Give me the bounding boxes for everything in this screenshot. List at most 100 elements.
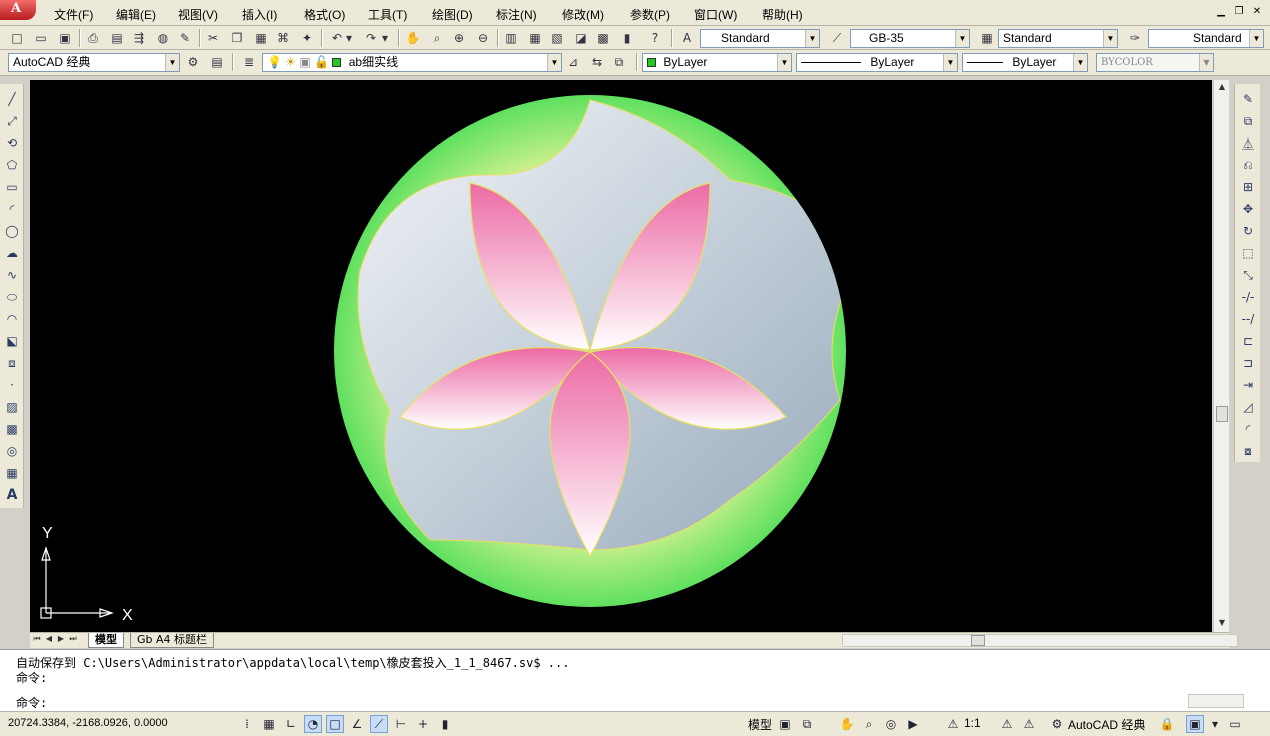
object-tracking-icon[interactable]: ⟋ (370, 715, 388, 733)
chevron-down-icon[interactable]: ▼ (777, 54, 791, 71)
rotate-icon[interactable]: ↻ (1239, 222, 1257, 240)
menu-view[interactable]: 视图(V) (178, 6, 218, 23)
auto-scale-icon[interactable]: ⚠ (1020, 715, 1038, 733)
menu-file[interactable]: 文件(F) (54, 6, 93, 23)
redo-icon[interactable]: ↷ (362, 29, 380, 47)
dim-style-select[interactable]: GB-35 ▼ (850, 29, 970, 48)
model-space-label[interactable]: 模型 (748, 716, 772, 733)
chevron-down-icon[interactable]: ▾ (344, 29, 354, 47)
trim-icon[interactable]: -/- (1239, 288, 1257, 306)
polygon-icon[interactable]: ⬠ (3, 156, 21, 174)
dynamic-input-icon[interactable]: + (414, 715, 432, 733)
color-select[interactable]: ByLayer ▼ (642, 53, 792, 72)
object-snap-icon[interactable]: □ (326, 715, 344, 733)
erase-icon[interactable]: ✎ (1239, 90, 1257, 108)
chevron-down-icon[interactable]: ▼ (1103, 30, 1117, 47)
cut-icon[interactable]: ✂ (204, 29, 222, 47)
quick-view-icon[interactable]: ⧉ (798, 715, 816, 733)
spline-icon[interactable]: ∿ (3, 266, 21, 284)
layer-previous-icon[interactable]: ⇆ (588, 53, 606, 71)
first-tab-icon[interactable]: ⏮ (32, 634, 42, 646)
break-at-point-icon[interactable]: ⊏ (1239, 332, 1257, 350)
workspace-select[interactable]: AutoCAD 经典 ▼ (8, 53, 180, 72)
gradient-icon[interactable]: ▩ (3, 420, 21, 438)
grid-icon[interactable]: ▦ (260, 715, 278, 733)
vertical-scroll-thumb[interactable] (1216, 406, 1228, 422)
command-scrollbar[interactable] (1188, 694, 1244, 708)
save-icon[interactable]: ▣ (56, 29, 74, 47)
insert-block-icon[interactable]: ⬕ (3, 332, 21, 350)
prev-tab-icon[interactable]: ◀ (44, 634, 54, 646)
paste-icon[interactable]: ▦ (252, 29, 270, 47)
move-icon[interactable]: ✥ (1239, 200, 1257, 218)
infer-constraints-icon[interactable]: ⁞ (238, 715, 256, 733)
hatch-icon[interactable]: ▨ (3, 398, 21, 416)
menu-window[interactable]: 窗口(W) (694, 6, 737, 23)
chevron-down-icon[interactable]: ▾ (1210, 715, 1220, 733)
mirror-icon[interactable]: ⏅ (1239, 134, 1257, 152)
zoom-window-icon[interactable]: ⊕ (450, 29, 468, 47)
tab-model[interactable]: 模型 (88, 633, 124, 648)
annotation-visibility-icon[interactable]: ⚠ (998, 715, 1016, 733)
tab-layout-gb-a4[interactable]: Gb A4 标题栏 (130, 633, 215, 648)
zoom-realtime-icon[interactable]: ⌕ (428, 29, 446, 47)
annotation-scale-icon[interactable]: ⚠ (944, 715, 962, 733)
clean-screen-icon[interactable]: ▤ (208, 53, 226, 71)
horizontal-scroll-thumb[interactable] (971, 635, 985, 646)
chevron-down-icon[interactable]: ▾ (380, 29, 390, 47)
lineweight-select[interactable]: ByLayer ▼ (962, 53, 1088, 72)
zoom-previous-icon[interactable]: ⊖ (474, 29, 492, 47)
arc-icon[interactable]: ◜ (3, 200, 21, 218)
properties-icon[interactable]: ▥ (502, 29, 520, 47)
coordinate-readout[interactable]: 20724.3384, -2168.0926, 0.0000 (8, 717, 168, 729)
stretch-icon[interactable]: ⤡ (1239, 266, 1257, 284)
publish-icon[interactable]: ⇶ (130, 29, 148, 47)
next-tab-icon[interactable]: ▶ (56, 634, 66, 646)
sheet-set-icon[interactable]: ✎ (176, 29, 194, 47)
scroll-up-icon[interactable]: ▲ (1215, 82, 1229, 94)
scale-icon[interactable]: ⬚ (1239, 244, 1257, 262)
open-folder-icon[interactable]: ▭ (32, 29, 50, 47)
vertical-scrollbar[interactable]: ▲ ▼ (1213, 80, 1229, 632)
menu-draw[interactable]: 绘图(D) (432, 6, 473, 23)
rectangle-icon[interactable]: ▭ (3, 178, 21, 196)
chevron-down-icon[interactable]: ▼ (1073, 54, 1087, 71)
text-style-icon[interactable]: A (678, 29, 696, 47)
help-icon[interactable]: ? (646, 29, 664, 47)
layer-state-icon[interactable]: ⧉ (610, 53, 628, 71)
circle-icon[interactable]: ◯ (3, 222, 21, 240)
make-block-icon[interactable]: ⧈ (3, 354, 21, 372)
chevron-down-icon[interactable]: ▼ (805, 30, 819, 47)
menu-format[interactable]: 格式(O) (304, 6, 345, 23)
pan-icon[interactable]: ✋ (404, 29, 422, 47)
block-editor-icon[interactable]: ✦ (298, 29, 316, 47)
layout-icon[interactable]: ▣ (776, 715, 794, 733)
annotation-scale[interactable]: 1:1 (964, 716, 981, 730)
multileader-style-select[interactable]: Standard ▼ (1148, 29, 1264, 48)
calculator-icon[interactable]: ▮ (618, 29, 636, 47)
new-file-icon[interactable]: □ (8, 29, 26, 47)
menu-edit[interactable]: 编辑(E) (116, 6, 156, 23)
clean-screen-icon[interactable]: ▭ (1226, 715, 1244, 733)
layer-select[interactable]: 💡 ☀ ▣ 🔓 ab细实线 ▼ (262, 53, 562, 72)
command-window[interactable]: 自动保存到 C:\Users\Administrator\appdata\loc… (0, 649, 1270, 711)
menu-parametric[interactable]: 参数(P) (630, 6, 670, 23)
tool-palettes-icon[interactable]: ▧ (548, 29, 566, 47)
chamfer-icon[interactable]: ◿ (1239, 398, 1257, 416)
zoom-icon[interactable]: ⌕ (860, 715, 878, 733)
table-icon[interactable]: ▦ (3, 464, 21, 482)
print-icon[interactable]: ⎙ (84, 29, 102, 47)
offset-icon[interactable]: ⎌ (1239, 156, 1257, 174)
workspace-settings-icon[interactable]: ⚙ (184, 53, 202, 71)
menu-modify[interactable]: 修改(M) (562, 6, 604, 23)
drawing-canvas[interactable]: Y X (30, 80, 1212, 632)
array-icon[interactable]: ⊞ (1239, 178, 1257, 196)
point-icon[interactable]: · (3, 376, 21, 394)
menu-tools[interactable]: 工具(T) (368, 6, 407, 23)
steering-wheel-icon[interactable]: ◎ (882, 715, 900, 733)
print-preview-icon[interactable]: ▤ (108, 29, 126, 47)
workspace-switch-icon[interactable]: ⚙ (1048, 715, 1066, 733)
table-style-icon[interactable]: ▦ (978, 29, 996, 47)
polar-icon[interactable]: ◔ (304, 715, 322, 733)
last-tab-icon[interactable]: ⏭ (68, 634, 78, 646)
